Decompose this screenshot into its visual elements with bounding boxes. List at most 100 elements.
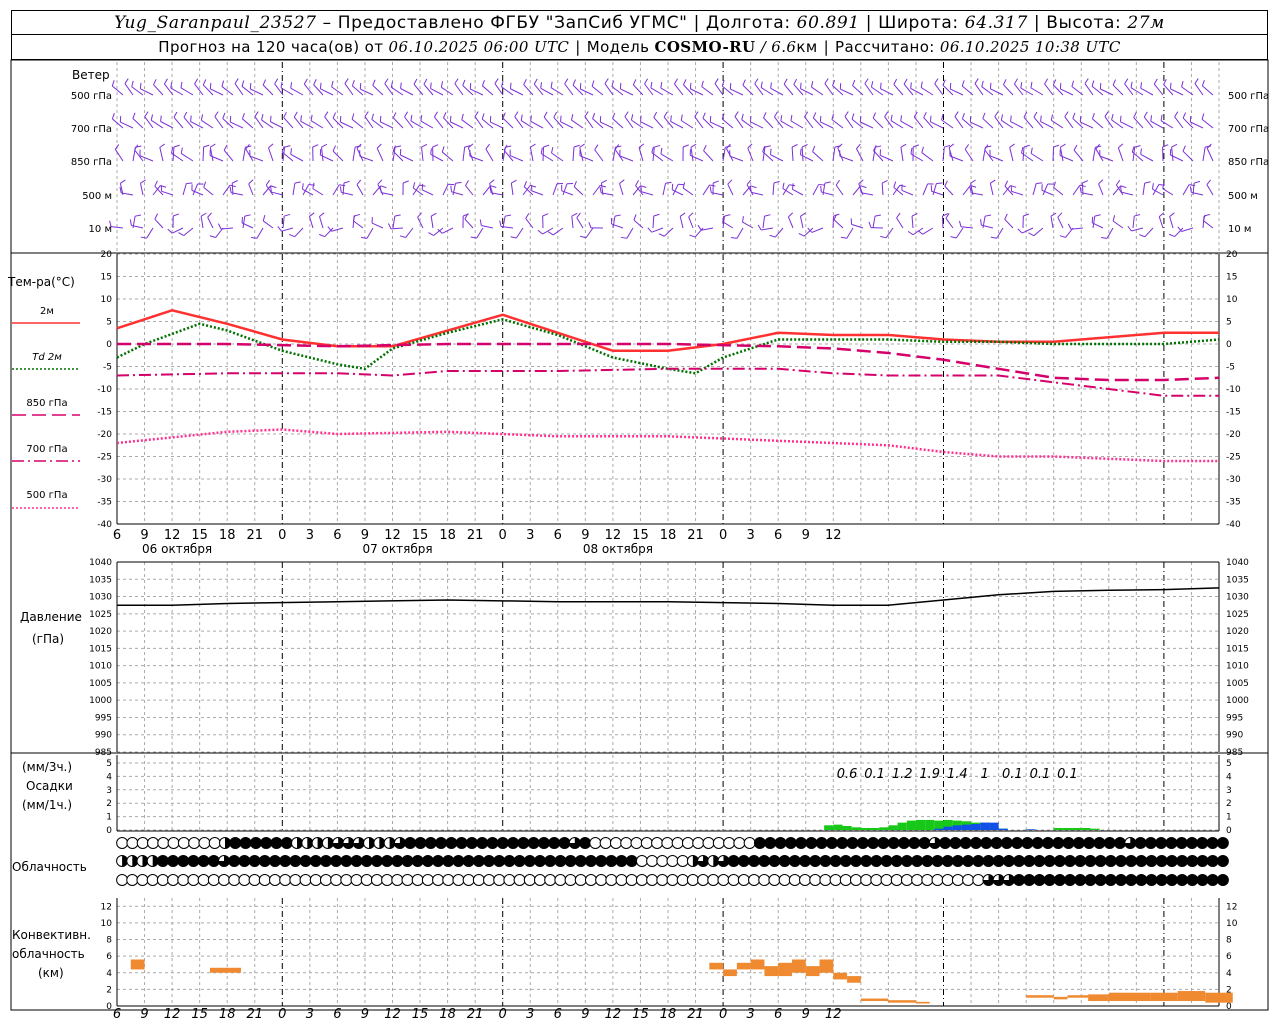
wind-barb-flag: [770, 148, 772, 155]
time-tick-bottom: 18: [439, 1007, 456, 1022]
cloud-symbol: [788, 855, 801, 867]
temp-ytick: 20: [101, 250, 113, 260]
cloud-symbol: [712, 837, 725, 849]
wind-barb-flag: [241, 112, 245, 119]
wind-level-label-right: 10 м: [1228, 224, 1251, 235]
wind-barb: [774, 227, 784, 238]
wind-barb: [722, 221, 734, 229]
cloud-symbol: [523, 855, 536, 867]
wind-barb: [844, 116, 854, 129]
cloud-symbol: [462, 874, 475, 886]
wind-barb: [922, 183, 929, 196]
cloud-symbol: [126, 837, 139, 849]
cloud-symbol: [972, 874, 985, 886]
wind-barb-flag: [614, 214, 621, 217]
wind-barb-flag: [653, 111, 658, 118]
cloud-symbol: [1031, 837, 1044, 849]
conv-ytick-right: 0: [1226, 1002, 1232, 1012]
wind-barb-flag: [131, 80, 134, 87]
wind-barb: [585, 227, 594, 239]
wind-barb: [571, 216, 574, 229]
cloud-symbol: [931, 855, 944, 867]
wind-barb: [434, 116, 444, 129]
pressure-ytick: 985: [95, 748, 112, 758]
wind-barb-flag: [481, 79, 485, 86]
precip-ytick: 0: [106, 826, 112, 836]
wind-barb: [945, 218, 954, 229]
cloud-symbol: [599, 837, 612, 849]
cloud-symbol: [839, 874, 852, 886]
pressure-ytick-right: 1010: [1226, 662, 1249, 672]
wind-barb: [921, 152, 934, 162]
temp-ytick-right: -20: [1226, 430, 1241, 440]
cloud-symbol: [465, 837, 478, 849]
wind-barb: [694, 227, 704, 238]
wind-barb: [1003, 84, 1014, 96]
wind-barb: [352, 147, 356, 162]
cloud-symbol: [472, 874, 485, 886]
wind-barb-flag: [591, 80, 595, 87]
wind-barb-flag: [1118, 143, 1124, 149]
wind-barb-flag: [1140, 82, 1143, 89]
wind-barb-flag: [1181, 80, 1184, 88]
wind-barb-flag: [250, 236, 258, 239]
wind-barb-flag: [773, 180, 780, 184]
date-label: 07 октября: [362, 542, 432, 556]
cloud-symbol: [630, 837, 643, 849]
wind-barb: [132, 118, 144, 129]
time-tick: 9: [140, 528, 148, 543]
cloud-symbol: [1074, 874, 1087, 886]
precip-3h-total: 1.4: [947, 767, 968, 782]
cloud-symbol: [646, 874, 659, 886]
cloud-symbol: [533, 874, 546, 886]
time-tick: 3: [526, 528, 534, 543]
wind-barb: [1143, 116, 1154, 129]
wind-barb: [262, 220, 274, 229]
cloud-symbol: [1104, 855, 1117, 867]
wind-barb: [576, 217, 584, 229]
wind-barb: [510, 183, 514, 196]
time-tick: 3: [306, 528, 314, 543]
wind-barb: [1112, 84, 1124, 96]
wind-barb-flag: [679, 212, 686, 217]
cloud-symbol: [727, 874, 740, 886]
cloud-symbol: [311, 837, 324, 849]
cloud-symbol: [707, 855, 720, 867]
wind-barb-flag: [490, 185, 497, 188]
wind-barb: [180, 153, 194, 162]
wind-barb-flag: [371, 113, 375, 120]
time-tick-bottom: 18: [660, 1007, 677, 1022]
cloud-symbol: [768, 855, 781, 867]
cloud-symbol: [1155, 837, 1168, 849]
temp-ytick: 0: [106, 340, 112, 350]
cloud-symbol: [1206, 855, 1219, 867]
cloud-symbol: [908, 837, 921, 849]
cloud-symbol: [1062, 837, 1075, 849]
wind-barb-flag: [893, 78, 898, 85]
wind-barb-flag: [1201, 113, 1205, 120]
wind-level-label: 700 гПа: [71, 124, 112, 135]
cloud-symbol: [187, 874, 200, 886]
wind-barb: [885, 227, 894, 239]
cloud-symbol: [1011, 837, 1024, 849]
wind-barb-flag: [870, 81, 874, 88]
cloud-symbol: [589, 837, 602, 849]
precip-3h-total: 0.6: [837, 767, 858, 782]
wind-barb-flag: [394, 145, 402, 148]
cloud-symbol: [860, 855, 873, 867]
wind-barb: [392, 216, 396, 229]
cloud-symbol: [836, 837, 849, 849]
wind-barb-flag: [818, 183, 825, 186]
wind-barb-flag: [150, 114, 154, 121]
wind-barb-flag: [1091, 80, 1095, 87]
wind-barb: [242, 147, 246, 162]
time-tick: 9: [361, 528, 369, 543]
wind-barb: [612, 118, 624, 129]
cloud-symbol: [972, 855, 985, 867]
conv-bar: [915, 1001, 930, 1004]
conv-bar: [833, 972, 848, 980]
wind-barb-flag: [144, 111, 149, 117]
wind-barb-flag: [413, 78, 418, 85]
pressure-ytick-right: 1015: [1226, 644, 1249, 654]
wind-barb-flag: [800, 148, 802, 155]
